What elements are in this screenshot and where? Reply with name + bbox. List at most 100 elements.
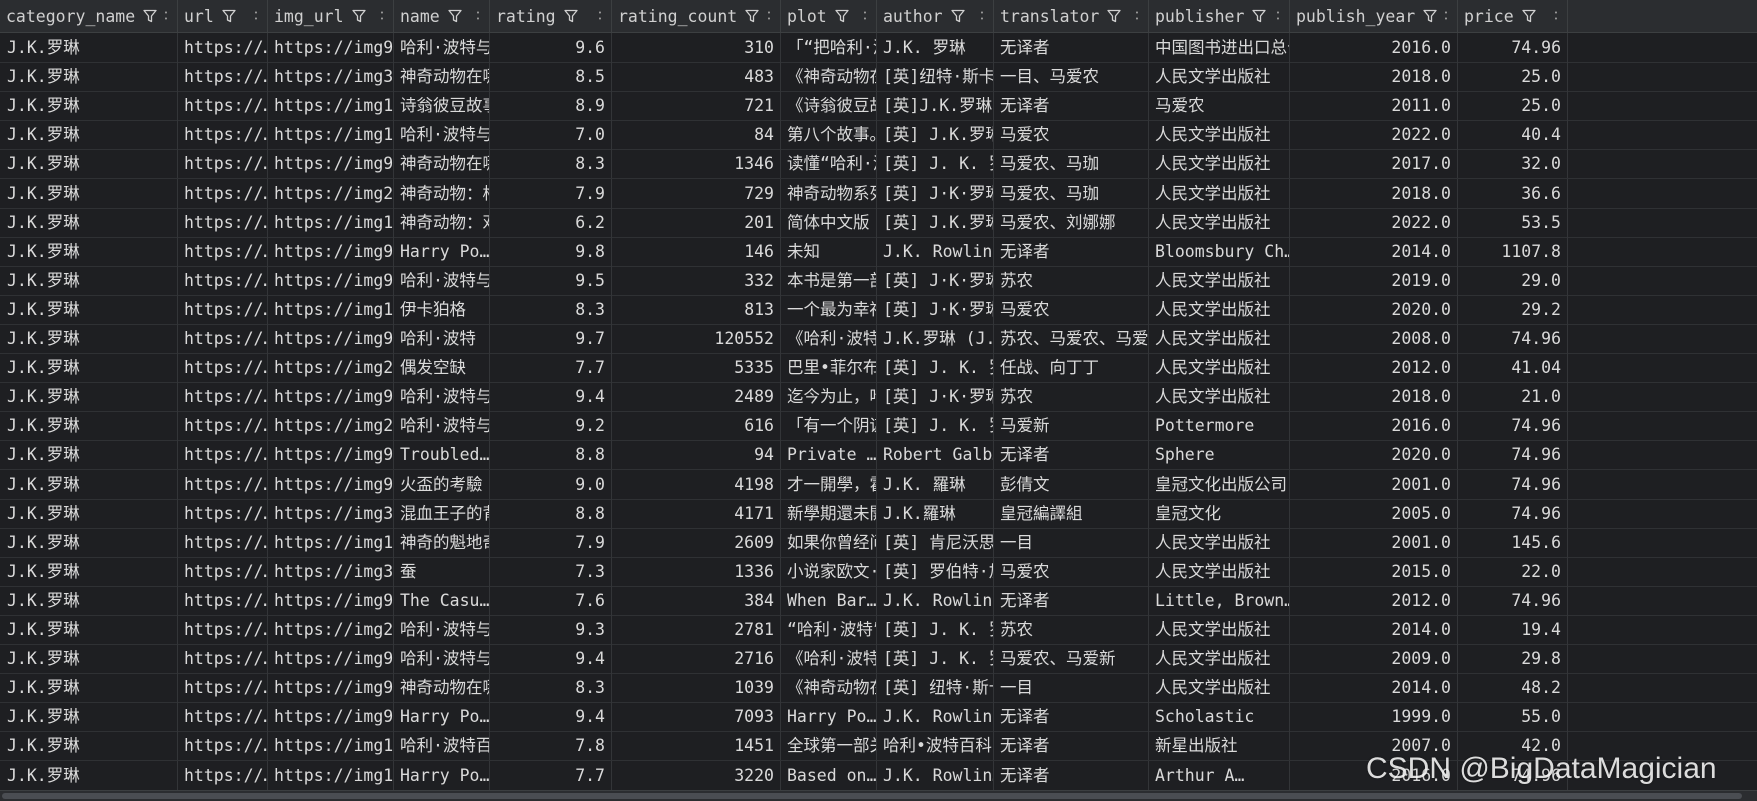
cell-category-name[interactable]: J.K.罗琳 — [0, 469, 178, 499]
cell-img-url[interactable]: https://img9… — [268, 585, 394, 615]
cell-img-url[interactable]: https://img2… — [268, 411, 394, 441]
table-row[interactable]: J.K.罗琳 https://… https://img9… 神奇动物在哪 8.3 103… — [0, 673, 1757, 704]
table-row[interactable]: J.K.罗琳 https://… https://img2… 神奇动物：格 7.9 729… — [0, 178, 1757, 209]
cell-url[interactable]: https://… — [178, 702, 268, 732]
cell-category-name[interactable]: J.K.罗琳 — [0, 120, 178, 150]
table-row[interactable]: J.K.罗琳 https://… https://img9… 哈利·波特与 9.4 248… — [0, 382, 1757, 413]
cell-img-url[interactable]: https://img1… — [268, 91, 394, 121]
cell-rating[interactable]: 9.0 — [490, 469, 612, 499]
cell-name[interactable]: 神奇动物在哪 — [394, 149, 490, 179]
cell-rating[interactable]: 6.2 — [490, 207, 612, 237]
cell-img-url[interactable]: https://img9… — [268, 469, 394, 499]
cell-translator[interactable]: 马爱农 — [994, 294, 1149, 324]
table-row[interactable]: J.K.罗琳 https://… https://img9… 哈利·波特与 9.5 332… — [0, 265, 1757, 296]
cell-img-url[interactable]: https://img1… — [268, 207, 394, 237]
cell-price[interactable]: 21.0 — [1458, 382, 1568, 412]
cell-rating[interactable]: 7.7 — [490, 353, 612, 383]
cell-publish-year[interactable]: 2012.0 — [1290, 585, 1458, 615]
cell-price[interactable]: 29.2 — [1458, 294, 1568, 324]
cell-translator[interactable]: 马爱农 — [994, 120, 1149, 150]
cell-translator[interactable]: 马爱农 — [994, 556, 1149, 586]
cell-plot[interactable]: When Bar… — [781, 585, 877, 615]
cell-url[interactable]: https://… — [178, 382, 268, 412]
cell-plot[interactable]: 新學期還未開 — [781, 498, 877, 528]
cell-publish-year[interactable]: 2020.0 — [1290, 440, 1458, 470]
cell-author[interactable]: J.K.罗琳 (J.K — [877, 324, 994, 353]
table-row[interactable]: J.K.罗琳 https://… https://img9… The Casu… 7.6… — [0, 585, 1757, 616]
cell-rating[interactable]: 8.3 — [490, 294, 612, 324]
cell-publish-year[interactable]: 2005.0 — [1290, 498, 1458, 528]
cell-rating[interactable]: 8.9 — [490, 91, 612, 121]
cell-author[interactable]: [英] J. K. 罗 — [877, 644, 994, 674]
table-row[interactable]: J.K.罗琳 https://… https://img9… 哈利·波特与 9.4 271… — [0, 644, 1757, 675]
cell-author[interactable]: [英] J·K·罗琳 — [877, 294, 994, 324]
cell-publisher[interactable]: 人民文学出版社 — [1149, 294, 1290, 324]
cell-price[interactable]: 29.8 — [1458, 644, 1568, 674]
sort-icon[interactable]: • • — [377, 10, 387, 23]
cell-category-name[interactable]: J.K.罗琳 — [0, 207, 178, 237]
cell-url[interactable]: https://… — [178, 324, 268, 353]
table-row[interactable]: J.K.罗琳 https://… https://img1… 哈利·波特与 7.0 84 第… — [0, 120, 1757, 151]
column-header-author[interactable]: author • • — [877, 0, 994, 32]
cell-translator[interactable]: 马爱农、马珈 — [994, 178, 1149, 208]
cell-url[interactable]: https://… — [178, 556, 268, 586]
cell-plot[interactable]: 第八个故事。 — [781, 120, 877, 150]
cell-name[interactable]: 哈利·波特与 — [394, 644, 490, 674]
cell-rating-count[interactable]: 2781 — [612, 615, 781, 644]
cell-publisher[interactable]: 人民文学出版社 — [1149, 673, 1290, 703]
cell-price[interactable]: 74.96 — [1458, 469, 1568, 499]
cell-publisher[interactable]: 人民文学出版社 — [1149, 644, 1290, 674]
cell-translator[interactable]: 马爱农、马爱新 — [994, 644, 1149, 674]
cell-category-name[interactable]: J.K.罗琳 — [0, 411, 178, 441]
filter-icon[interactable] — [835, 9, 849, 23]
cell-category-name[interactable]: J.K.罗琳 — [0, 33, 178, 62]
cell-price[interactable]: 32.0 — [1458, 149, 1568, 179]
cell-img-url[interactable]: https://img2… — [268, 615, 394, 644]
cell-translator[interactable]: 无译者 — [994, 91, 1149, 121]
sort-icon[interactable]: • • — [764, 10, 774, 23]
cell-name[interactable]: 诗翁彼豆故事 — [394, 91, 490, 121]
horizontal-scrollbar[interactable] — [2, 793, 1742, 799]
cell-price[interactable]: 55.0 — [1458, 702, 1568, 732]
cell-url[interactable]: https://… — [178, 498, 268, 528]
cell-category-name[interactable]: J.K.罗琳 — [0, 91, 178, 121]
cell-rating[interactable]: 9.4 — [490, 702, 612, 732]
cell-translator[interactable]: 马爱新 — [994, 411, 1149, 441]
table-row[interactable]: J.K.罗琳 https://… https://img9… 哈利·波特 9.7 1205… — [0, 324, 1757, 354]
cell-name[interactable]: The Casu… — [394, 585, 490, 615]
column-header-rating[interactable]: rating • • — [490, 0, 612, 32]
cell-publisher[interactable]: Pottermore — [1149, 411, 1290, 441]
cell-img-url[interactable]: https://img9… — [268, 382, 394, 412]
cell-img-url[interactable]: https://img9… — [268, 265, 394, 295]
cell-translator[interactable]: 苏农 — [994, 615, 1149, 644]
cell-publisher[interactable]: 人民文学出版社 — [1149, 178, 1290, 208]
cell-author[interactable]: J.K. Rowling — [877, 236, 994, 266]
cell-publisher[interactable]: Arthur A… — [1149, 760, 1290, 790]
cell-img-url[interactable]: https://img9… — [268, 236, 394, 266]
cell-rating-count[interactable]: 84 — [612, 120, 781, 150]
cell-img-url[interactable]: https://img9… — [268, 702, 394, 732]
cell-rating[interactable]: 8.8 — [490, 498, 612, 528]
cell-publisher[interactable]: 马爱农 — [1149, 91, 1290, 121]
cell-author[interactable]: J.K. Rowling — [877, 702, 994, 732]
cell-translator[interactable]: 彭倩文 — [994, 469, 1149, 499]
cell-publisher[interactable]: Sphere — [1149, 440, 1290, 470]
cell-price[interactable]: 53.5 — [1458, 207, 1568, 237]
cell-plot[interactable]: 如果你曾经问 — [781, 527, 877, 557]
cell-publisher[interactable]: 人民文学出版社 — [1149, 615, 1290, 644]
cell-category-name[interactable]: J.K.罗琳 — [0, 440, 178, 470]
cell-rating[interactable]: 9.2 — [490, 411, 612, 441]
cell-rating-count[interactable]: 384 — [612, 585, 781, 615]
cell-publish-year[interactable]: 2014.0 — [1290, 236, 1458, 266]
cell-price[interactable]: 145.6 — [1458, 527, 1568, 557]
cell-author[interactable]: [英] 罗伯特·加 — [877, 556, 994, 586]
cell-translator[interactable]: 一目、马爱农 — [994, 62, 1149, 92]
cell-rating-count[interactable]: 120552 — [612, 324, 781, 353]
cell-plot[interactable]: 《哈利·波特 — [781, 324, 877, 353]
cell-publisher[interactable]: 中国图书进出口总公 — [1149, 33, 1290, 62]
filter-icon[interactable] — [143, 9, 157, 23]
cell-img-url[interactable]: https://img1… — [268, 760, 394, 790]
cell-publish-year[interactable]: 2009.0 — [1290, 644, 1458, 674]
cell-author[interactable]: J.K. Rowling — [877, 585, 994, 615]
column-header-publish-year[interactable]: publish_year • • — [1290, 0, 1458, 32]
